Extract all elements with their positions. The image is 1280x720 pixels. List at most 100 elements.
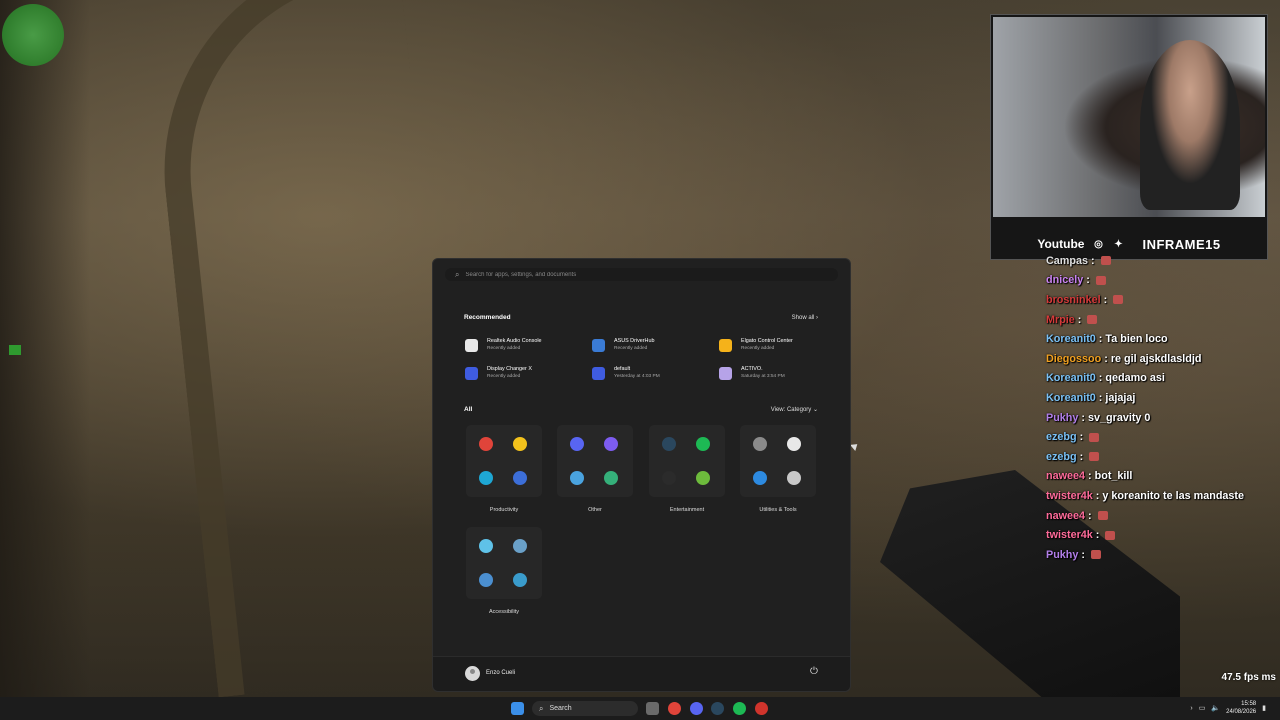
network-icon[interactable]: ▭: [1199, 704, 1206, 712]
recommended-item[interactable]: Display Changer X Recently added: [465, 363, 585, 383]
chat-message: brosninkel :: [1046, 290, 1276, 310]
file-explorer-icon[interactable]: [513, 437, 527, 451]
power-icon[interactable]: ⏻: [810, 667, 820, 677]
chat-separator: :: [1095, 333, 1106, 346]
narrator-icon[interactable]: [479, 539, 493, 553]
spotify-icon[interactable]: [733, 702, 746, 715]
chat-username[interactable]: Diegossoo: [1046, 353, 1101, 365]
youtube-label: Youtube: [1037, 237, 1085, 251]
view-category-button[interactable]: View: Category ⌄: [771, 406, 818, 413]
volume-icon[interactable]: 🔈: [1211, 704, 1220, 712]
steam-icon[interactable]: [662, 437, 676, 451]
clock-icon[interactable]: [787, 437, 801, 451]
user-avatar[interactable]: [465, 666, 480, 681]
settings-app-icon[interactable]: [570, 471, 584, 485]
magnifier-icon[interactable]: [513, 539, 527, 553]
chat-emote-icon: [1089, 432, 1100, 442]
instagram-icon: ◎: [1094, 238, 1103, 250]
chat-text: sv_gravity 0: [1088, 411, 1151, 424]
chat-text: y koreanito te las mandaste: [1102, 489, 1245, 502]
chat-separator: :: [1085, 470, 1095, 483]
chrome-icon[interactable]: [479, 437, 493, 451]
radar-icon: [2, 4, 64, 66]
notification-icon[interactable]: ▮: [1262, 704, 1266, 712]
recommended-subtitle: Recently added: [614, 346, 648, 351]
chat-username[interactable]: Pukhy: [1046, 412, 1078, 424]
recommended-subtitle: Yesterday at 4:03 PM: [614, 374, 660, 379]
recommended-item[interactable]: Realtek Audio Console Recently added: [465, 335, 585, 355]
user-name[interactable]: Enzo Cueli: [486, 670, 515, 676]
chat-username[interactable]: nawee4: [1046, 470, 1085, 482]
edge-icon[interactable]: [479, 471, 493, 485]
task-view-icon[interactable]: [646, 702, 659, 715]
app-folder[interactable]: [649, 425, 725, 497]
chat-separator: :: [1076, 431, 1087, 444]
start-search-box[interactable]: ⌕: [445, 268, 838, 281]
chat-separator: :: [1100, 293, 1111, 306]
epic-games-icon[interactable]: [662, 471, 676, 485]
clock-time: 15:58: [1241, 701, 1257, 707]
app-folder[interactable]: [557, 425, 633, 497]
chat-username[interactable]: Koreanit0: [1046, 333, 1096, 345]
chat-username[interactable]: dnicely: [1046, 274, 1083, 286]
chat-emote-icon: [1091, 550, 1102, 560]
app-folder[interactable]: [740, 425, 816, 497]
chat-username[interactable]: Campas: [1046, 255, 1088, 267]
chat-username[interactable]: twister4k: [1046, 490, 1093, 502]
discord-icon[interactable]: [690, 702, 703, 715]
taskbar: ⌕ Search › ▭ 🔈 15:58 24/08/2026 ▮: [0, 697, 1280, 720]
chat-message: ezebg :: [1046, 427, 1276, 447]
xbox-icon[interactable]: [696, 471, 710, 485]
chat-message: ezebg :: [1046, 447, 1276, 467]
recommended-subtitle: Recently added: [487, 374, 521, 379]
recommended-item[interactable]: default Yesterday at 4:03 PM: [592, 363, 712, 383]
recommended-text: ASUS DriverHub Recently added: [614, 338, 654, 352]
settings-icon[interactable]: [753, 437, 767, 451]
office-icon[interactable]: [513, 471, 527, 485]
chat-username[interactable]: Mrpie: [1046, 314, 1075, 326]
app-folder[interactable]: [466, 425, 542, 497]
steam-icon[interactable]: [711, 702, 724, 715]
recommended-name: Display Changer X: [487, 366, 532, 372]
taskbar-search[interactable]: ⌕ Search: [532, 701, 638, 716]
on-screen-keyboard-icon[interactable]: [513, 573, 527, 587]
app-folder[interactable]: [466, 527, 542, 599]
recommended-name: Realtek Audio Console: [487, 338, 542, 344]
chrome-icon[interactable]: [668, 702, 681, 715]
help-icon[interactable]: [753, 471, 767, 485]
chat-username[interactable]: twister4k: [1046, 529, 1093, 541]
show-all-button[interactable]: Show all ›: [792, 315, 818, 321]
chat-username[interactable]: Pukhy: [1046, 549, 1078, 561]
recommended-item[interactable]: ASUS DriverHub Recently added: [592, 335, 712, 355]
voice-access-icon[interactable]: [479, 573, 493, 587]
chat-username[interactable]: Koreanit0: [1046, 372, 1096, 384]
folder-label: Utilities & Tools: [759, 507, 797, 513]
chat-separator: :: [1076, 450, 1087, 463]
chat-separator: :: [1088, 254, 1098, 267]
chat-username[interactable]: brosninkel: [1046, 294, 1101, 306]
game-app-icon[interactable]: [755, 702, 768, 715]
recommended-item[interactable]: Elgato Control Center Recently added: [719, 335, 839, 355]
all-apps-title: All: [464, 406, 473, 413]
recommended-subtitle: Recently added: [487, 346, 521, 351]
clock[interactable]: 15:58 24/08/2026: [1226, 700, 1256, 716]
windows-start-icon[interactable]: [511, 702, 524, 715]
chat-message: dnicely :: [1046, 271, 1276, 291]
apps-grid-icon[interactable]: [604, 437, 618, 451]
chat-username[interactable]: Koreanit0: [1046, 392, 1096, 404]
chat-username[interactable]: ezebg: [1046, 431, 1077, 443]
chat-username[interactable]: ezebg: [1046, 451, 1077, 463]
recommended-subtitle: Recently added: [741, 346, 775, 351]
start-search-input[interactable]: [465, 271, 766, 278]
chat-emote-icon: [1095, 275, 1106, 285]
tools-icon[interactable]: [787, 471, 801, 485]
store-icon[interactable]: [604, 471, 618, 485]
chat-emote-icon: [1097, 511, 1108, 521]
recommended-item[interactable]: ACTIVO. Saturday at 3:54 PM: [719, 363, 839, 383]
recommended-text: ACTIVO. Saturday at 3:54 PM: [741, 366, 785, 380]
chevron-up-icon[interactable]: ›: [1190, 705, 1192, 712]
chat-username[interactable]: nawee4: [1046, 510, 1085, 522]
spotify-icon[interactable]: [696, 437, 710, 451]
discord-icon[interactable]: [570, 437, 584, 451]
game-wall-shadow: [0, 0, 90, 720]
